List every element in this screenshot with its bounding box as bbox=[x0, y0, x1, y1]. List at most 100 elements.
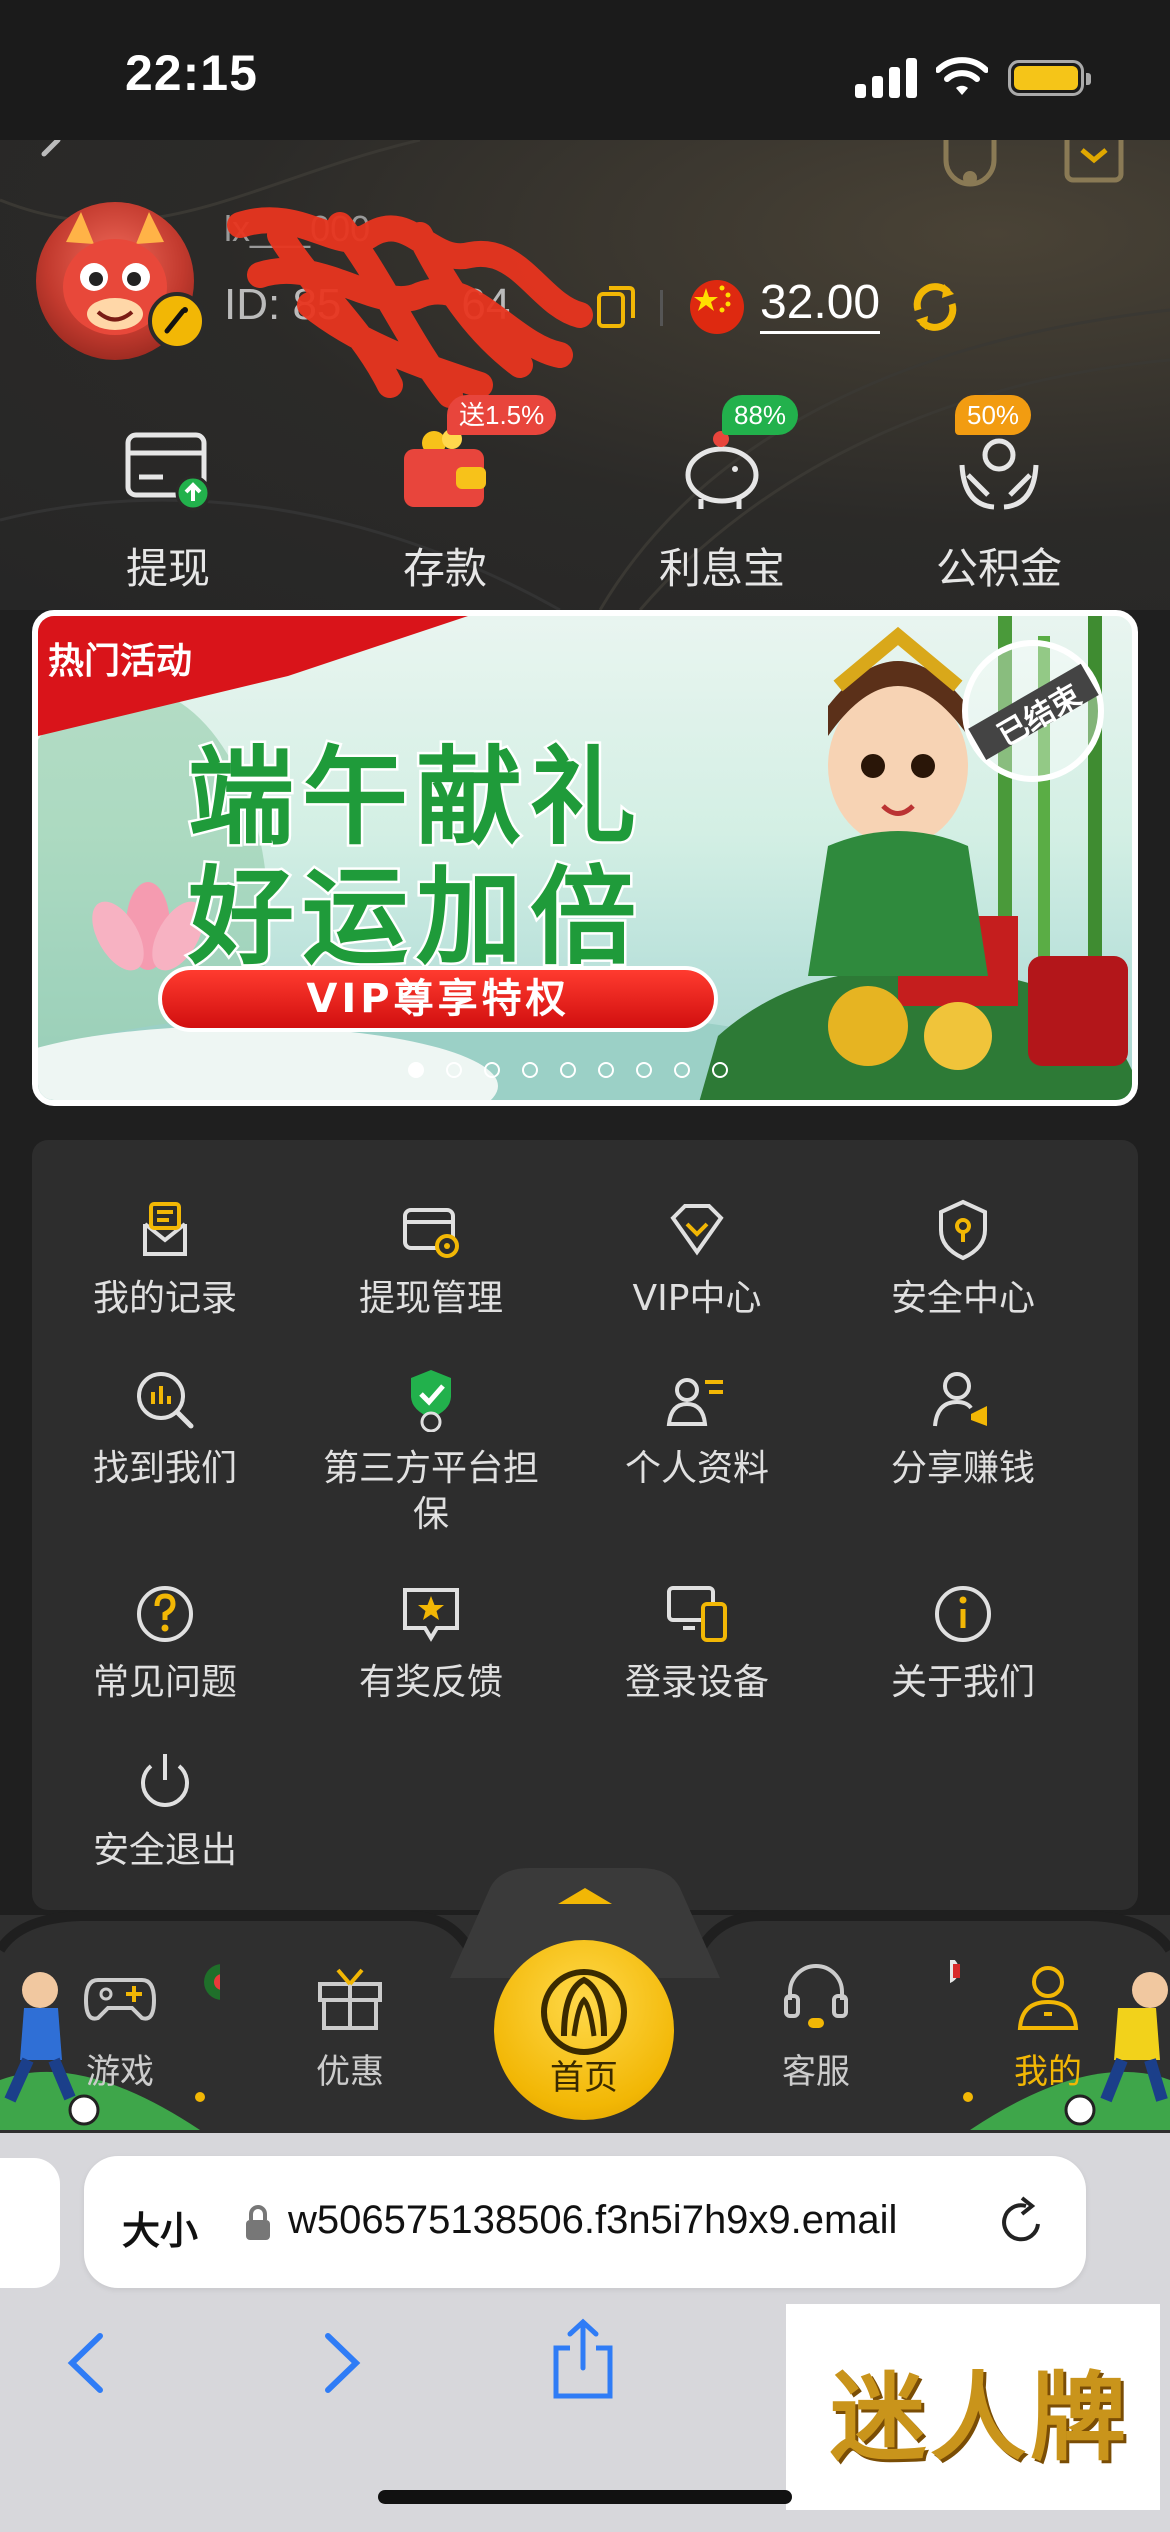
url-text[interactable]: w506575138506.f3n5i7h9x9.email bbox=[288, 2198, 968, 2243]
menu-logout-label: 安全退出 bbox=[92, 1830, 237, 1871]
verified-shield-icon bbox=[411, 1370, 451, 1432]
menu-withdraw-manage[interactable]: 提现管理 bbox=[298, 1198, 564, 1348]
records-icon bbox=[143, 1202, 187, 1256]
menu-my-records[interactable]: 我的记录 bbox=[32, 1198, 298, 1348]
gamepad-icon bbox=[84, 1978, 156, 2021]
power-icon bbox=[141, 1754, 189, 1807]
quick-fund-label: 公积金 bbox=[935, 544, 1062, 593]
quick-fund[interactable]: 50% 公积金 bbox=[899, 395, 1099, 595]
balance-amount[interactable]: 32.00 bbox=[760, 275, 881, 334]
quick-withdraw-label: 提现 bbox=[125, 544, 210, 593]
quick-withdraw[interactable]: 提现 bbox=[68, 425, 268, 595]
feedback-star-icon bbox=[403, 1588, 459, 1642]
pagination-dot[interactable] bbox=[560, 1062, 576, 1078]
status-time: 22:15 bbox=[125, 45, 258, 101]
devices-icon bbox=[667, 1586, 727, 1642]
banner-vip-pill: VIP尊享特权 bbox=[158, 966, 718, 1032]
menu-share-earn[interactable]: 分享赚钱 bbox=[830, 1368, 1096, 1518]
lock-icon bbox=[246, 2205, 270, 2240]
menu-faq-label: 常见问题 bbox=[92, 1662, 237, 1703]
quick-interest[interactable]: 88% 利息宝 bbox=[622, 395, 822, 595]
tab-customer-service[interactable]: 客服 bbox=[736, 1960, 896, 2100]
pagination-dot[interactable] bbox=[522, 1062, 538, 1078]
home-indicator bbox=[378, 2490, 792, 2504]
tab-customer-service-label: 客服 bbox=[782, 2052, 850, 2092]
tab-mine[interactable]: 我的 bbox=[968, 1960, 1128, 2100]
menu-login-devices-label: 登录设备 bbox=[624, 1662, 769, 1703]
text-size-button[interactable]: 大小 bbox=[122, 2200, 198, 2255]
battery-icon bbox=[1008, 60, 1091, 96]
tab-home-label: 首页 bbox=[550, 2058, 618, 2098]
profile-header: lx___000 ID: 85 64 32.00 提现 送1.5% 存款 88%… bbox=[0, 140, 1170, 610]
header-divider bbox=[660, 290, 663, 326]
banner-headline-2: 好运加倍 bbox=[186, 854, 644, 982]
menu-third-party-guarantee-label: 第三方平台担保 bbox=[322, 1448, 539, 1535]
quick-deposit[interactable]: 送1.5% 存款 bbox=[345, 395, 557, 595]
tab-games[interactable]: 游戏 bbox=[40, 1960, 200, 2100]
tab-promotions-label: 优惠 bbox=[316, 2052, 384, 2092]
menu-faq[interactable]: 常见问题 bbox=[32, 1582, 298, 1732]
copy-id-icon[interactable] bbox=[596, 284, 636, 330]
banner-tag-text: 热门活动 bbox=[48, 641, 193, 682]
previous-tab-preview[interactable] bbox=[0, 2158, 60, 2288]
info-icon bbox=[935, 1586, 991, 1642]
pagination-dot-active[interactable] bbox=[408, 1062, 424, 1078]
cellular-signal-icon bbox=[855, 56, 917, 98]
menu-third-party-guarantee[interactable]: 第三方平台担保 bbox=[298, 1368, 564, 1535]
menu-vip-center-label: VIP中心 bbox=[632, 1278, 762, 1319]
wifi-icon bbox=[936, 57, 988, 95]
watermark-text: 迷人牌 bbox=[830, 2361, 1130, 2474]
withdraw-card-icon bbox=[125, 432, 211, 511]
menu-find-us[interactable]: 找到我们 bbox=[32, 1368, 298, 1518]
vip-diamond-icon bbox=[670, 1204, 724, 1256]
hands-coin-icon bbox=[959, 438, 1039, 510]
tab-games-label: 游戏 bbox=[86, 2052, 154, 2092]
china-flag-icon bbox=[690, 280, 744, 334]
shield-icon bbox=[939, 1199, 987, 1261]
menu-about-us[interactable]: 关于我们 bbox=[830, 1582, 1096, 1732]
search-chart-icon bbox=[137, 1372, 194, 1429]
pagination-dot[interactable] bbox=[712, 1062, 728, 1078]
withdraw-manage-icon bbox=[403, 1208, 459, 1258]
pencil-icon bbox=[164, 307, 188, 334]
profile-card-icon bbox=[666, 1378, 723, 1426]
menu-share-earn-label: 分享赚钱 bbox=[890, 1448, 1035, 1489]
tab-promotions[interactable]: 优惠 bbox=[270, 1960, 430, 2100]
deposit-bonus-badge: 送1.5% bbox=[447, 395, 557, 435]
browser-forward-icon[interactable] bbox=[316, 2330, 366, 2396]
wallet-icon bbox=[404, 429, 486, 507]
menu-vip-center[interactable]: VIP中心 bbox=[564, 1198, 830, 1348]
back-icon[interactable] bbox=[30, 140, 70, 170]
redaction-scribble bbox=[227, 207, 593, 408]
pagination-dot[interactable] bbox=[446, 1062, 462, 1078]
edit-avatar-button[interactable] bbox=[148, 292, 206, 350]
headset-icon bbox=[784, 1964, 848, 2028]
banner-pagination[interactable] bbox=[408, 1062, 728, 1082]
message-top-icon[interactable] bbox=[1064, 140, 1124, 190]
pagination-dot[interactable] bbox=[484, 1062, 500, 1078]
pagination-dot[interactable] bbox=[598, 1062, 614, 1078]
question-icon bbox=[137, 1586, 193, 1642]
menu-feedback[interactable]: 有奖反馈 bbox=[298, 1582, 564, 1732]
menu-login-devices[interactable]: 登录设备 bbox=[564, 1582, 830, 1732]
user-icon bbox=[1017, 1966, 1079, 2030]
menu-personal-info-label: 个人资料 bbox=[624, 1448, 769, 1489]
promo-banner[interactable]: 热门活动 端午献礼 好运加倍 VIP尊享特权 已结束 bbox=[32, 610, 1138, 1106]
refresh-balance-icon[interactable] bbox=[908, 280, 962, 334]
gift-icon bbox=[318, 1968, 382, 2030]
menu-security-center[interactable]: 安全中心 bbox=[830, 1198, 1096, 1348]
reload-icon[interactable] bbox=[996, 2196, 1048, 2248]
pagination-dot[interactable] bbox=[636, 1062, 652, 1078]
menu-personal-info[interactable]: 个人资料 bbox=[564, 1368, 830, 1518]
menu-security-center-label: 安全中心 bbox=[890, 1278, 1035, 1319]
browser-back-icon[interactable] bbox=[62, 2330, 112, 2396]
interest-rate-badge: 88% bbox=[722, 395, 799, 435]
share-user-icon bbox=[933, 1372, 987, 1427]
menu-about-us-label: 关于我们 bbox=[890, 1662, 1035, 1703]
headset-top-icon[interactable] bbox=[940, 140, 1000, 190]
pagination-dot[interactable] bbox=[674, 1062, 690, 1078]
tab-mine-label: 我的 bbox=[1014, 2052, 1082, 2092]
piggy-bank-icon bbox=[685, 431, 759, 509]
menu-logout[interactable]: 安全退出 bbox=[32, 1750, 298, 1900]
share-icon[interactable] bbox=[550, 2318, 616, 2400]
